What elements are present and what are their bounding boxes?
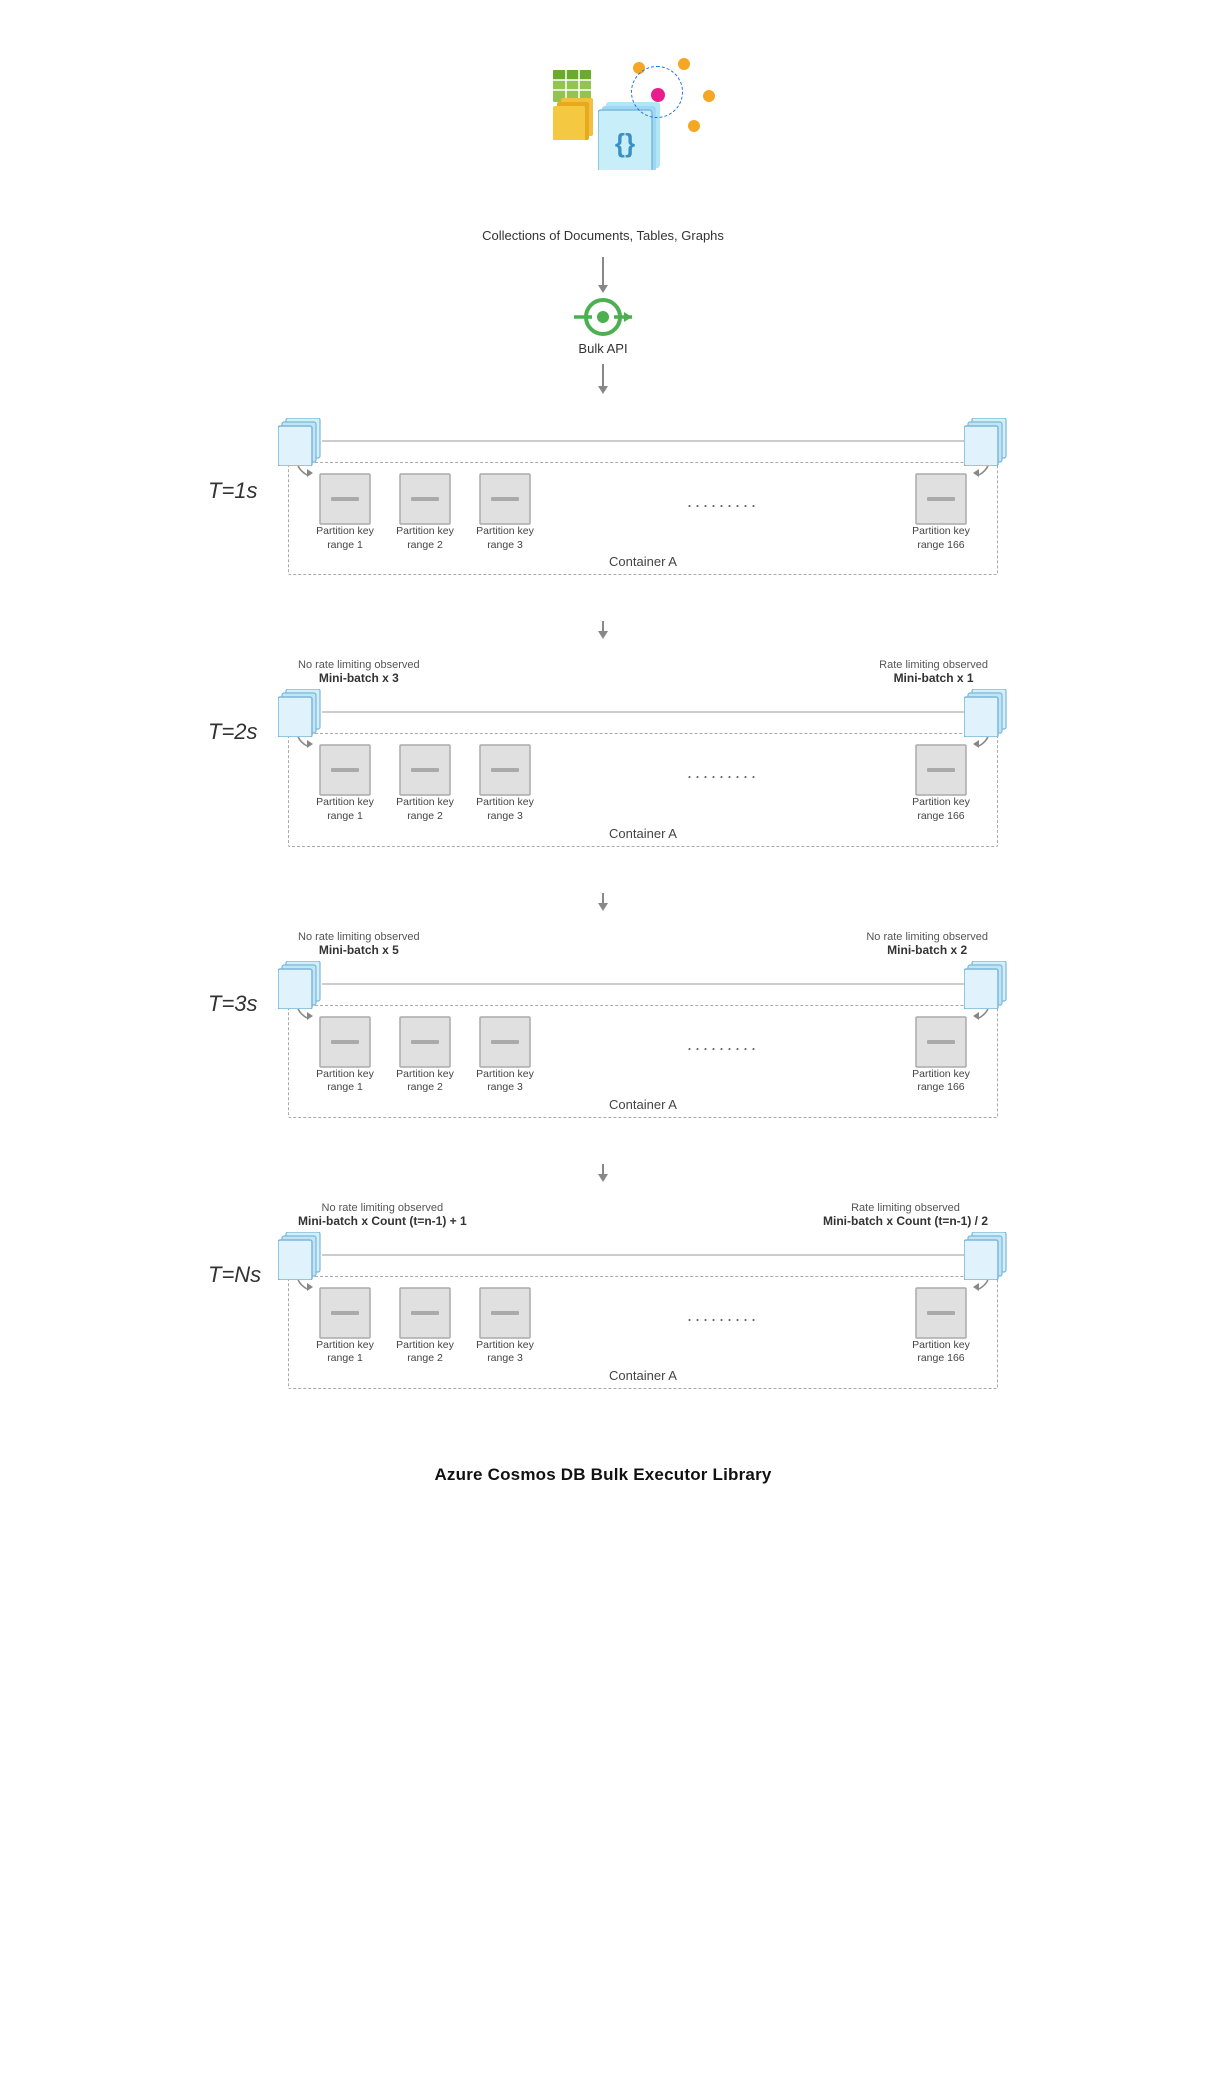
partition-box-0-2: Partition keyrange 2	[385, 473, 465, 552]
top-connector-line-4	[322, 1254, 964, 1256]
arrow-between-2-3	[208, 893, 998, 911]
arrow-to-bulk	[598, 257, 608, 293]
container-area-3: Partition keyrange 1 Partition keyrange …	[288, 1005, 998, 1118]
dot-circle	[631, 66, 683, 118]
partition-box-2-1: Partition keyrange 1	[305, 1016, 385, 1095]
top-connector-line-1	[322, 440, 964, 442]
bulk-api-section: Bulk API	[574, 297, 632, 356]
partition-box-1-4: Partition keyrange 166	[901, 744, 981, 823]
container-area-2: Partition keyrange 1 Partition keyrange …	[288, 733, 998, 846]
time-row-2: T=2s No rate limiting observed Mini-batc…	[208, 659, 998, 852]
dots-ellipsis-0: .........	[545, 473, 901, 512]
partitions-row-1: Partition keyrange 1 Partition keyrange …	[305, 473, 981, 552]
bulk-api-icon	[574, 297, 632, 337]
partition-box-0-3: Partition keyrange 3	[465, 473, 545, 552]
time-label-2: T=2s	[208, 659, 288, 745]
arrow-between-1-2	[208, 621, 998, 639]
time-row-1: T=1s	[208, 418, 998, 581]
time-label-1: T=1s	[208, 418, 288, 504]
container-label-1: Container A	[609, 554, 677, 569]
container-label-3: Container A	[609, 1097, 677, 1112]
dots-ellipsis-2: .........	[545, 1016, 901, 1055]
time-content-3: No rate limiting observed Mini-batch x 5…	[288, 931, 998, 1124]
arrow-to-t1	[598, 364, 608, 394]
top-caption: Collections of Documents, Tables, Graphs	[482, 228, 724, 243]
partition-box-2-3: Partition keyrange 3	[465, 1016, 545, 1095]
left-doc-stack-1	[278, 418, 322, 471]
orange-dot-4	[688, 120, 700, 132]
left-batch-info: No rate limiting observed Mini-batch x 5	[298, 931, 420, 957]
dots-ellipsis-3: .........	[545, 1287, 901, 1326]
partition-box-0-4: Partition keyrange 166	[901, 473, 981, 552]
time-label-4: T=Ns	[208, 1202, 288, 1288]
left-doc-stack-2	[278, 689, 322, 742]
bulk-api-label: Bulk API	[578, 341, 627, 356]
right-doc-stack-3	[964, 961, 1008, 1014]
right-doc-stack-1	[964, 418, 1008, 471]
partition-box-1-3: Partition keyrange 3	[465, 744, 545, 823]
svg-text:{}: {}	[615, 128, 635, 158]
partitions-row-3: Partition keyrange 1 Partition keyrange …	[305, 1016, 981, 1095]
time-section-3: T=3s No rate limiting observed Mini-batc…	[208, 931, 998, 1154]
mini-batch-row-4: No rate limiting observed Mini-batch x C…	[288, 1202, 998, 1228]
time-section-2: T=2s No rate limiting observed Mini-batc…	[208, 659, 998, 882]
partitions-row-2: Partition keyrange 1 Partition keyrange …	[305, 744, 981, 823]
time-row-3: T=3s No rate limiting observed Mini-batc…	[208, 931, 998, 1124]
top-connector-line-3	[322, 983, 964, 985]
left-batch-info: No rate limiting observed Mini-batch x C…	[298, 1202, 467, 1228]
partition-box-1-1: Partition keyrange 1	[305, 744, 385, 823]
footer-title: Azure Cosmos DB Bulk Executor Library	[434, 1465, 771, 1485]
right-batch-info: No rate limiting observed Mini-batch x 2	[866, 931, 988, 957]
container-label-2: Container A	[609, 826, 677, 841]
time-section-4: T=Ns No rate limiting observed Mini-batc…	[208, 1202, 998, 1425]
dots-ellipsis-1: .........	[545, 744, 901, 783]
right-batch-info: Rate limiting observed Mini-batch x Coun…	[823, 1202, 988, 1228]
partition-box-3-2: Partition keyrange 2	[385, 1287, 465, 1366]
left-doc-stack-3	[278, 961, 322, 1014]
right-doc-stack-4	[964, 1232, 1008, 1285]
partition-box-0-1: Partition keyrange 1	[305, 473, 385, 552]
right-doc-stack-2	[964, 689, 1008, 742]
time-row-4: T=Ns No rate limiting observed Mini-batc…	[208, 1202, 998, 1395]
time-content-2: No rate limiting observed Mini-batch x 3…	[288, 659, 998, 852]
partition-box-2-4: Partition keyrange 166	[901, 1016, 981, 1095]
partition-box-3-4: Partition keyrange 166	[901, 1287, 981, 1366]
left-doc-stack-4	[278, 1232, 322, 1285]
container-area-1: Partition keyrange 1 Partition keyrange …	[288, 462, 998, 575]
time-content-1: Partition keyrange 1 Partition keyrange …	[288, 418, 998, 581]
right-batch-info: Rate limiting observed Mini-batch x 1	[879, 659, 988, 685]
time-content-4: No rate limiting observed Mini-batch x C…	[288, 1202, 998, 1395]
time-section-1: T=1s	[208, 418, 998, 611]
partition-box-3-3: Partition keyrange 3	[465, 1287, 545, 1366]
orange-dot-3	[703, 90, 715, 102]
mini-batch-row-3: No rate limiting observed Mini-batch x 5…	[288, 931, 998, 957]
partition-box-1-2: Partition keyrange 2	[385, 744, 465, 823]
partition-box-3-1: Partition keyrange 1	[305, 1287, 385, 1366]
top-illustration: {}	[493, 40, 713, 220]
partitions-row-4: Partition keyrange 1 Partition keyrange …	[305, 1287, 981, 1366]
left-batch-info: No rate limiting observed Mini-batch x 3	[298, 659, 420, 685]
arrow-between-3-4	[208, 1164, 998, 1182]
partition-box-2-2: Partition keyrange 2	[385, 1016, 465, 1095]
top-connector-line-2	[322, 711, 964, 713]
container-area-4: Partition keyrange 1 Partition keyrange …	[288, 1276, 998, 1389]
orange-dot-2	[678, 58, 690, 70]
time-label-3: T=3s	[208, 931, 288, 1017]
container-label-4: Container A	[609, 1368, 677, 1383]
mini-batch-row-2: No rate limiting observed Mini-batch x 3…	[288, 659, 998, 685]
